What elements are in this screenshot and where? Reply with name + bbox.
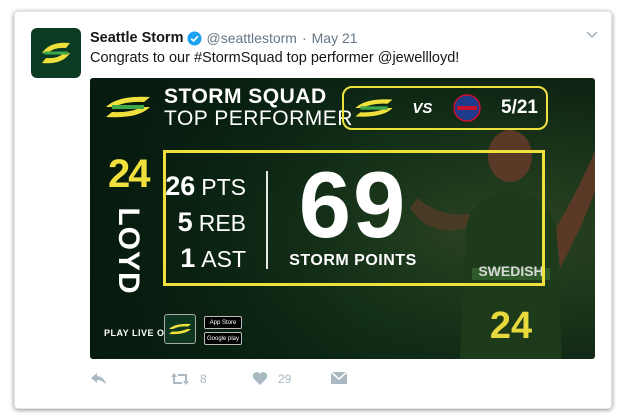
storm-logo-icon bbox=[169, 323, 191, 335]
avatar[interactable] bbox=[31, 28, 81, 78]
points-label: STORM POINTS bbox=[289, 252, 417, 269]
separator-dot: · bbox=[301, 30, 307, 46]
direct-message-button[interactable] bbox=[330, 371, 358, 385]
title-line-1: STORM SQUAD bbox=[164, 85, 327, 108]
graphic-title: STORM SQUAD TOP PERFORMER bbox=[164, 86, 353, 130]
like-count: 29 bbox=[278, 371, 292, 386]
reply-button[interactable] bbox=[90, 371, 118, 387]
retweet-icon bbox=[171, 373, 189, 385]
tweet-header: Seattle Storm @seattlestorm · May 21 bbox=[90, 28, 358, 48]
stat-value: 26 bbox=[165, 171, 196, 201]
tweet-text: Congrats to our #StormSquad top performe… bbox=[90, 50, 460, 66]
tweet-date[interactable]: May 21 bbox=[312, 30, 358, 46]
display-name[interactable]: Seattle Storm bbox=[90, 30, 183, 46]
retweet-button[interactable]: 8 bbox=[170, 371, 207, 387]
reply-icon bbox=[91, 373, 106, 385]
player-name: LOYD bbox=[112, 207, 145, 295]
app-store-badge: App Store bbox=[204, 316, 242, 329]
stat-divider bbox=[266, 171, 268, 269]
storm-logo-icon bbox=[106, 96, 150, 118]
tweet-card: Seattle Storm @seattlestorm · May 21 Con… bbox=[14, 11, 612, 409]
stats-box: 26 PTS 5 REB 1 AST 69 STORM POINTS bbox=[163, 150, 545, 286]
retweet-count: 8 bbox=[200, 372, 207, 386]
matchup-box: VS 5/21 bbox=[342, 86, 548, 130]
handle[interactable]: @seattlestorm bbox=[206, 30, 296, 46]
envelope-icon bbox=[330, 371, 348, 384]
stat-row-pts: 26 PTS bbox=[165, 171, 246, 202]
points-total: 69 bbox=[298, 152, 408, 257]
tweet-media-image[interactable]: SWEDISH 24 STORM SQUAD TOP PERFORMER VS bbox=[90, 78, 595, 359]
like-button[interactable]: 29 bbox=[252, 371, 291, 386]
stat-label: PTS bbox=[201, 174, 246, 200]
app-store-label: App Store bbox=[209, 319, 237, 326]
stat-row-reb: 5 REB bbox=[178, 207, 246, 238]
mystics-logo-icon bbox=[452, 94, 481, 122]
storm-app-logo bbox=[164, 314, 196, 344]
stat-value: 5 bbox=[177, 207, 193, 237]
heart-icon bbox=[252, 372, 268, 385]
jersey-number: 24 bbox=[108, 152, 151, 196]
google-play-label: Google play bbox=[206, 335, 240, 342]
jersey-back-number: 24 bbox=[490, 305, 532, 347]
storm-logo-icon bbox=[42, 42, 70, 64]
tweet-actions: 8 29 bbox=[90, 371, 390, 391]
title-line-2: TOP PERFORMER bbox=[164, 107, 353, 130]
google-play-badge: Google play bbox=[204, 332, 242, 345]
verified-badge-icon bbox=[187, 30, 203, 46]
matchup-vs: VS bbox=[412, 99, 433, 117]
stat-row-ast: 1 AST bbox=[180, 243, 246, 274]
matchup-date: 5/21 bbox=[501, 97, 538, 118]
play-live-text: PLAY LIVE ON bbox=[104, 328, 172, 338]
stat-label: AST bbox=[201, 246, 246, 272]
storm-logo-icon bbox=[355, 99, 393, 117]
stat-value: 1 bbox=[180, 243, 196, 273]
stat-label: REB bbox=[198, 210, 246, 236]
chevron-down-icon[interactable] bbox=[585, 30, 599, 40]
